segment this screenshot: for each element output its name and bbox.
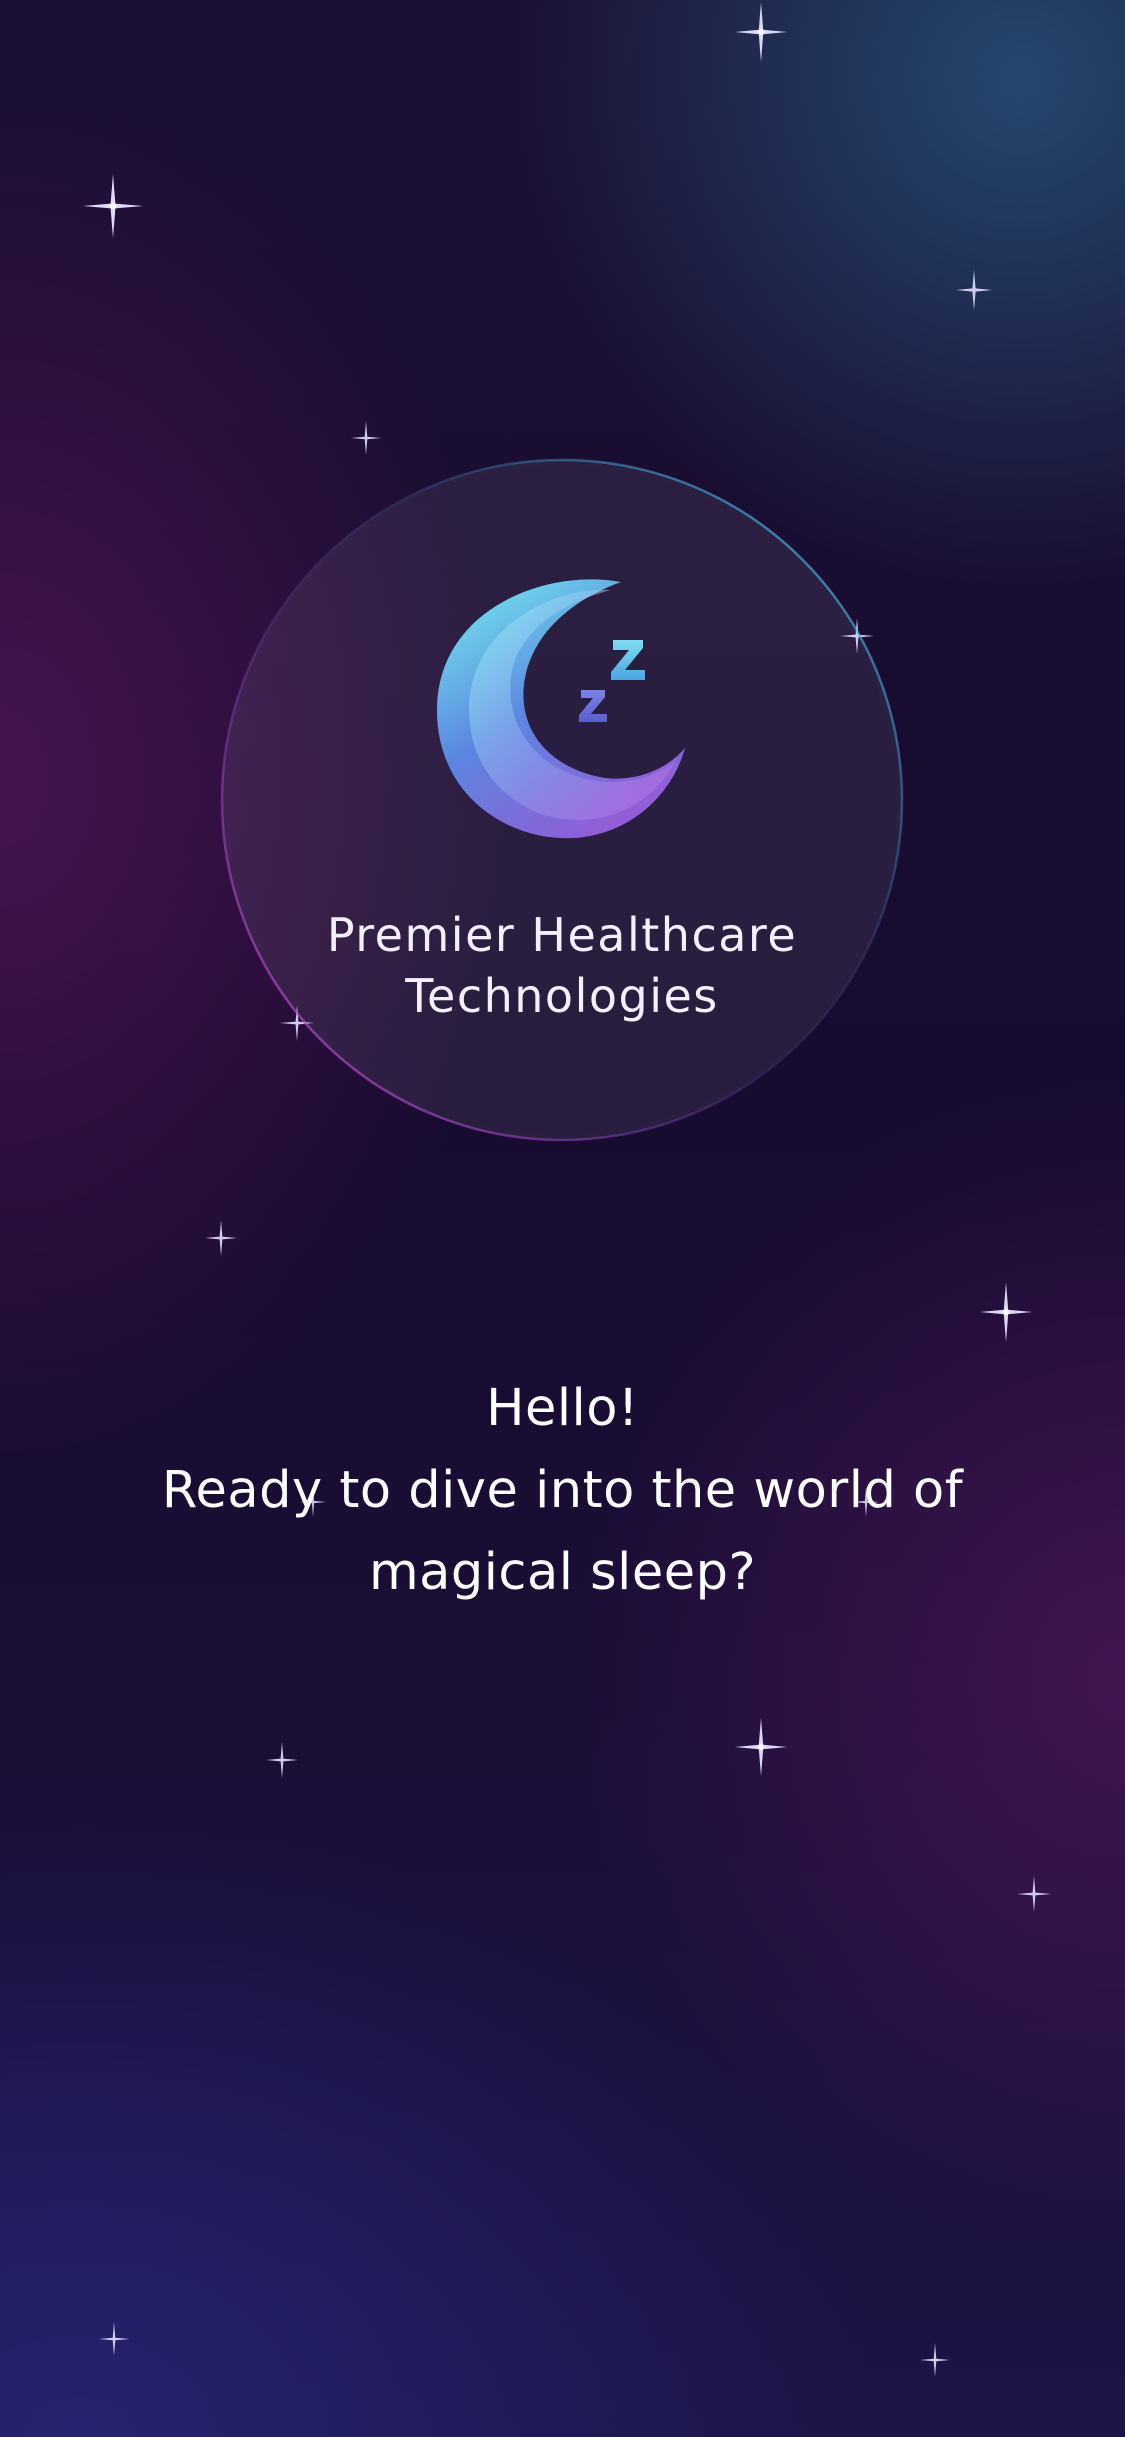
sparkle-star-icon: [956, 270, 992, 310]
sleeping-moon-icon: [425, 570, 695, 850]
sparkle-star-icon: [205, 1220, 237, 1256]
sparkle-star-icon: [735, 1718, 787, 1776]
sparkle-star-icon: [83, 174, 143, 238]
welcome-message-line-1: Ready to dive into the world of: [161, 1461, 964, 1520]
sparkle-star-icon: [1017, 1876, 1051, 1912]
sparkle-star-icon: [920, 2343, 950, 2377]
company-name-line-2: Technologies: [405, 969, 719, 1023]
welcome-message: Hello! Ready to dive into the world of m…: [60, 1368, 1065, 1614]
sparkle-star-icon: [266, 1742, 298, 1778]
sparkle-star-icon: [735, 2, 787, 62]
greeting-title: Hello!: [486, 1379, 639, 1438]
company-name-line-1: Premier Healthcare: [326, 908, 798, 962]
company-name: Premier Healthcare Technologies: [222, 905, 902, 1027]
sparkle-star-icon: [351, 421, 381, 455]
welcome-message-line-2: magical sleep?: [368, 1543, 757, 1602]
welcome-screen: { "app": { "company_name_line1": "Premie…: [0, 0, 1125, 2437]
sparkle-star-icon: [99, 2322, 129, 2356]
sparkle-star-icon: [980, 1282, 1032, 1342]
